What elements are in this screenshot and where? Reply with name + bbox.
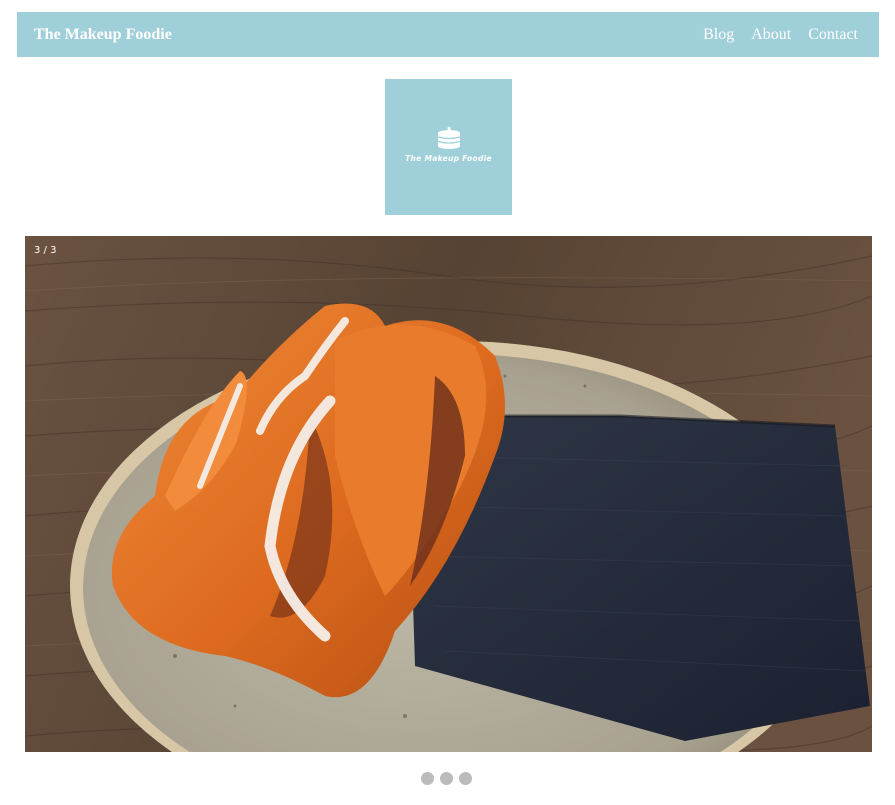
- nav-contact-link[interactable]: Contact: [808, 26, 858, 44]
- site-logo: The Makeup Foodie: [385, 79, 512, 215]
- slide-dots: [421, 772, 472, 785]
- slide-dot-1[interactable]: [421, 772, 434, 785]
- pancake-stack-icon: [437, 126, 460, 149]
- slide-image: [25, 236, 872, 752]
- brand-link[interactable]: The Makeup Foodie: [34, 26, 172, 44]
- logo-text: The Makeup Foodie: [405, 153, 492, 163]
- slide-dot-3[interactable]: [459, 772, 472, 785]
- nav-about-link[interactable]: About: [751, 26, 791, 44]
- nav-links: Blog About Contact: [703, 26, 858, 44]
- top-navbar: The Makeup Foodie Blog About Contact: [17, 12, 879, 57]
- nav-blog-link[interactable]: Blog: [703, 26, 734, 44]
- image-slideshow[interactable]: 3 / 3: [25, 236, 872, 752]
- slide-counter: 3 / 3: [34, 245, 57, 256]
- slide-dot-2[interactable]: [440, 772, 453, 785]
